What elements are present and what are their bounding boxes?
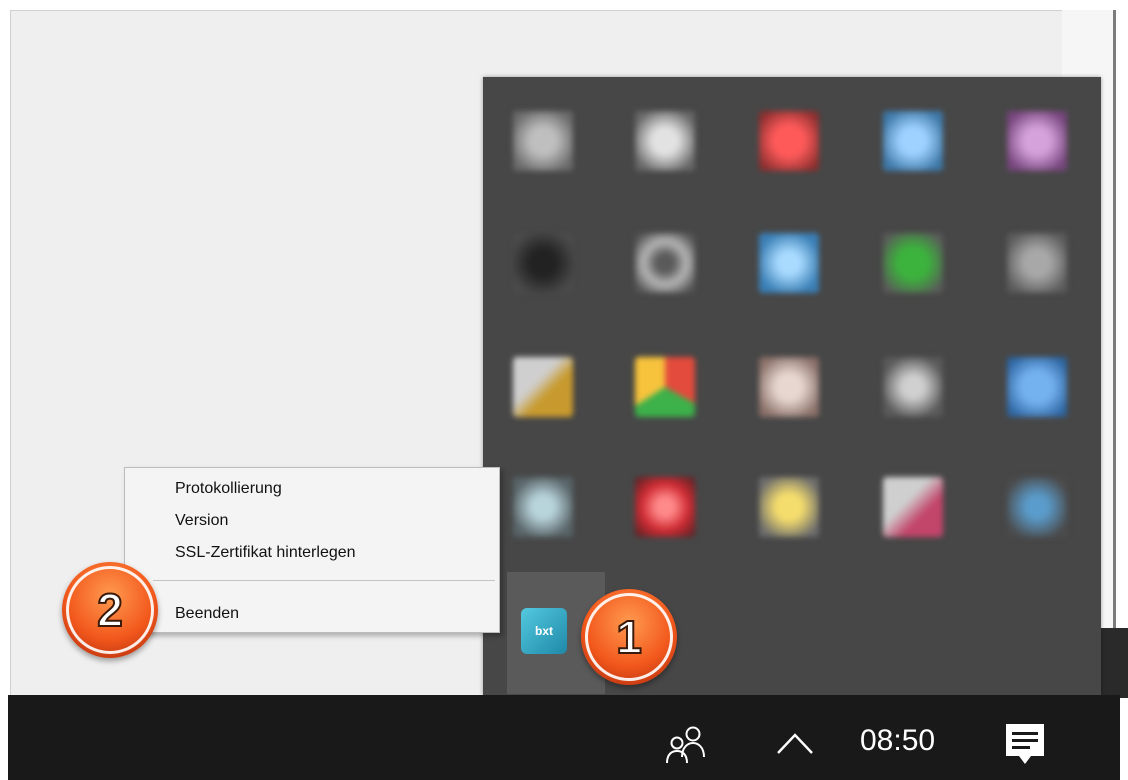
tray-icon[interactable] bbox=[1007, 233, 1067, 293]
tray-icon[interactable] bbox=[513, 111, 573, 171]
callout-badge-1: 1 bbox=[581, 589, 677, 685]
tray-icon[interactable] bbox=[1007, 477, 1067, 537]
tray-icon[interactable] bbox=[1007, 111, 1067, 171]
taskbar bbox=[8, 695, 1120, 780]
app-icon-label: bxt bbox=[535, 624, 553, 638]
tray-icon[interactable] bbox=[635, 477, 695, 537]
tray-icon[interactable] bbox=[759, 111, 819, 171]
callout-number-2: 2 bbox=[96, 583, 124, 637]
tray-icon[interactable] bbox=[635, 111, 695, 171]
tray-icon[interactable] bbox=[635, 233, 695, 293]
tray-icon[interactable] bbox=[759, 477, 819, 537]
window-edge bbox=[1113, 10, 1116, 700]
tray-icon[interactable] bbox=[883, 477, 943, 537]
tray-icon[interactable] bbox=[883, 111, 943, 171]
menu-separator bbox=[153, 580, 495, 581]
tray-icon[interactable] bbox=[513, 477, 573, 537]
menu-item-version[interactable]: Version bbox=[175, 512, 228, 530]
chevron-up-icon[interactable] bbox=[772, 725, 818, 761]
context-menu: Protokollierung Version SSL-Zertifikat h… bbox=[124, 467, 500, 633]
tray-icon[interactable] bbox=[1007, 357, 1067, 417]
taskbar-clock[interactable]: 08:50 bbox=[860, 724, 935, 758]
menu-item-beenden[interactable]: Beenden bbox=[175, 605, 239, 623]
tray-icon[interactable] bbox=[635, 357, 695, 417]
tray-icon[interactable] bbox=[759, 357, 819, 417]
people-icon[interactable] bbox=[662, 723, 710, 767]
tray-icon[interactable] bbox=[883, 233, 943, 293]
tray-icon[interactable] bbox=[759, 233, 819, 293]
tray-icon[interactable] bbox=[513, 233, 573, 293]
action-center-icon[interactable] bbox=[1002, 720, 1048, 768]
app-tray-icon[interactable]: bxt bbox=[521, 608, 567, 654]
menu-item-protokollierung[interactable]: Protokollierung bbox=[175, 480, 282, 498]
menu-item-ssl-zertifikat[interactable]: SSL-Zertifikat hinterlegen bbox=[175, 544, 356, 562]
callout-badge-2: 2 bbox=[62, 562, 158, 658]
tray-icon[interactable] bbox=[513, 357, 573, 417]
callout-number-1: 1 bbox=[615, 610, 643, 664]
tray-icon[interactable] bbox=[883, 357, 943, 417]
